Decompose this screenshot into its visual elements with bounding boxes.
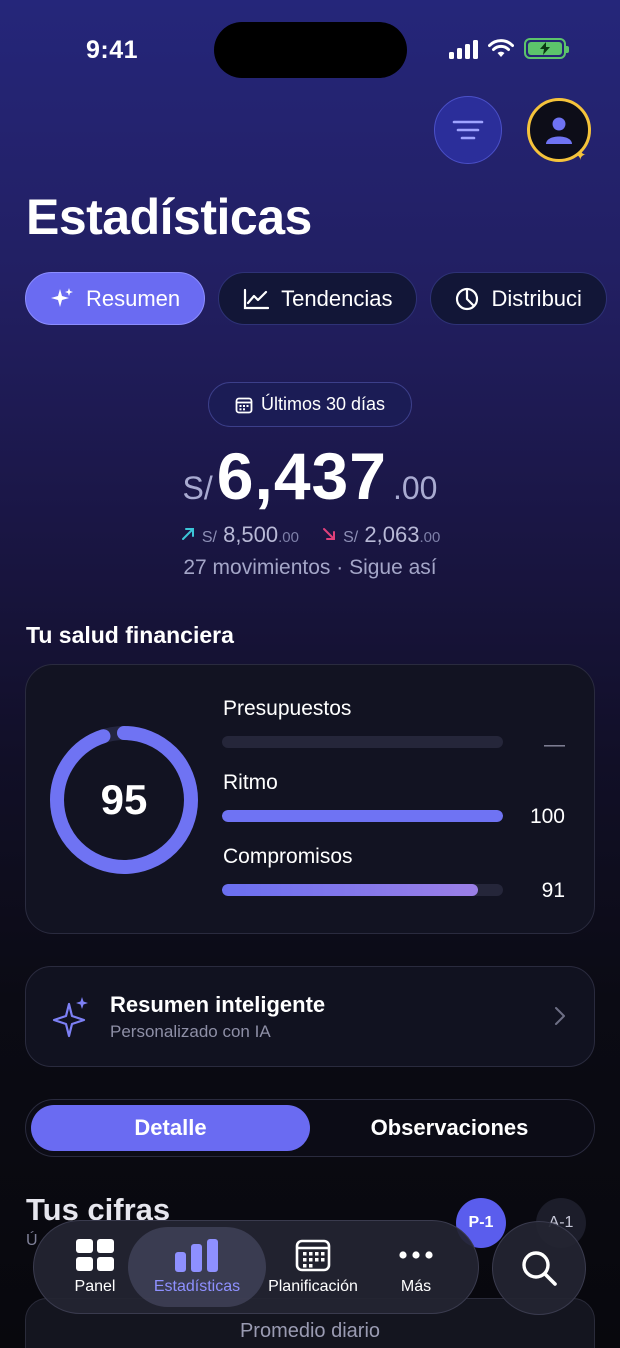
smart-summary-title: Resumen inteligente [110,992,326,1017]
battery-icon [524,38,569,59]
metric-value-compromisos: 91 [541,879,565,902]
pie-chart-icon [456,287,479,310]
nav-label: Planificación [268,1278,358,1295]
currency-symbol: S/ [182,470,213,506]
figures-subtitle: Ú [26,1232,38,1249]
metric-bar-ritmo [222,810,503,822]
metric-label-compromisos: Compromisos [223,845,353,868]
sparkles-icon [51,287,73,307]
arrow-up-right-icon [181,528,194,540]
period-selector[interactable]: Últimos 30 días [208,382,412,427]
period-label: Últimos 30 días [260,394,386,414]
health-score: 95 [100,776,148,823]
status-icons [449,38,569,59]
stats-tabs: Resumen Tendencias Distribuci [25,272,607,325]
dynamic-island [214,22,407,78]
more-dots-icon [399,1251,433,1259]
nav-item-mas[interactable]: Más [378,1220,454,1314]
search-button[interactable] [492,1221,586,1315]
status-time: 9:41 [86,36,139,64]
bar-chart-icon [175,1239,218,1272]
nav-label: Estadísticas [153,1278,241,1295]
calendar-icon [295,1239,331,1272]
sparkle-badge-icon: ✦ [574,147,587,164]
nav-item-estadisticas[interactable]: Estadísticas [128,1220,266,1314]
expense-amount: S/ 2,063.00 [321,522,440,548]
user-icon [546,117,572,144]
page-title: Estadísticas [26,189,312,245]
arrow-down-right-icon [323,528,335,540]
metric-label-presupuestos: Presupuestos [223,697,352,720]
nav-label: Más [400,1278,432,1295]
tab-tendencias[interactable]: Tendencias [218,272,418,325]
calendar-icon [235,397,253,413]
ai-sparkles-icon [52,997,88,1038]
grid-icon [76,1239,114,1271]
segment-observaciones[interactable]: Observaciones [310,1105,589,1151]
smart-summary-subtitle: Personalizado con IA [110,1022,271,1041]
tab-label: Resumen [86,285,181,311]
metric-label-ritmo: Ritmo [223,771,278,794]
balance-decimals: .00 [392,470,438,506]
movements-count: 27 movimientos · Sigue así [183,556,437,579]
trend-chart-icon [244,288,270,309]
segment-detalle[interactable]: Detalle [31,1105,310,1151]
balance-amount: S/ 6,437 .00 [0,438,620,514]
chevron-right-icon [555,1007,565,1025]
metric-bar-compromisos [222,884,503,896]
tab-label: Tendencias [281,285,393,311]
signal-icon [449,39,478,59]
metric-value-ritmo: 100 [529,805,565,828]
income-amount: S/ 8,500.00 [180,522,299,548]
daily-average-label: Promedio diario [239,1320,381,1342]
metric-bar-presupuestos [222,736,503,748]
nav-item-panel[interactable]: Panel [55,1220,135,1314]
tab-label: Distribuci [491,285,582,311]
tab-resumen[interactable]: Resumen [25,272,206,325]
nav-label: Panel [74,1278,116,1295]
menu-lines-icon [452,120,484,140]
income-expense-row: S/ 8,500.00 S/ 2,063.00 [0,522,620,548]
nav-item-planificacion[interactable]: Planificación [262,1220,364,1314]
balance-integer: 6,437 [216,439,387,513]
tab-distribucion[interactable]: Distribuci [430,272,607,325]
filter-menu-button[interactable] [434,96,502,164]
search-icon [522,1251,557,1286]
wifi-icon [488,38,514,57]
health-section-title: Tu salud financiera [26,622,234,648]
metric-value-presupuestos: — [544,733,565,756]
